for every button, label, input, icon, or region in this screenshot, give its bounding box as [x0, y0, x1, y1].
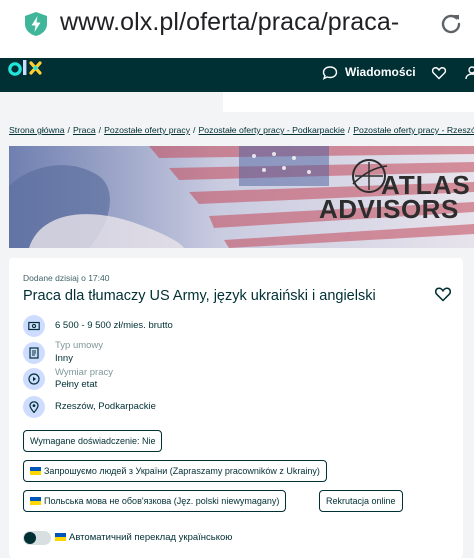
ukraine-flag-icon [30, 467, 41, 475]
breadcrumb-separator: / [347, 125, 351, 135]
translate-label: Автоматичний переклад українською [55, 532, 232, 543]
hours-label: Wymiar pracy [55, 367, 113, 378]
tag-ukraine-label: Запрошуємо людей з України (Zapraszamy p… [44, 466, 320, 476]
reload-icon[interactable] [437, 10, 465, 38]
breadcrumb-other-jobs[interactable]: Pozostałe oferty pracy [104, 125, 190, 135]
translate-toggle[interactable] [23, 531, 51, 545]
browser-url-bar[interactable]: www.olx.pl/oferta/praca/praca- [0, 0, 474, 58]
contract-label: Typ umowy [55, 340, 104, 351]
location-pin-icon [29, 401, 39, 413]
document-icon [29, 347, 39, 359]
salary-value: 6 500 - 9 500 zł/mies. brutto [55, 320, 173, 331]
translate-label-text: Автоматичний переклад українською [69, 532, 233, 543]
listing-title: Praca dla tłumaczy US Army, język ukraiń… [23, 288, 376, 304]
shield-lightning-icon[interactable] [22, 10, 50, 38]
salary-badge [23, 315, 45, 337]
heart-icon[interactable] [434, 285, 452, 303]
breadcrumb-praca[interactable]: Praca [73, 125, 96, 135]
listing-card: Dodane dzisiaj o 17:40 Praca dla tłumacz… [9, 258, 463, 558]
breadcrumb-separator: / [193, 125, 196, 135]
url-fade [405, 6, 435, 40]
posted-date: Dodane dzisiaj o 17:40 [23, 273, 110, 283]
tag-ukraine-welcome[interactable]: Запрошуємо людей з України (Zapraszamy p… [23, 460, 327, 482]
listing-photo[interactable]: ATLAS ADVISORS [9, 146, 474, 248]
tag-polish-label: Польська мова не обов'язкова (Jęz. polsk… [44, 496, 280, 506]
breadcrumb: Strona główna / Praca / Pozostałe oferty pra… [9, 125, 474, 135]
breadcrumb-podkarpackie[interactable]: Pozostałe oferty pracy - Podkarpackie [198, 125, 344, 135]
breadcrumb-separator: / [67, 125, 70, 135]
clock-icon [28, 373, 40, 385]
heart-icon[interactable] [431, 65, 447, 81]
breadcrumb-separator: / [98, 125, 102, 135]
chat-icon[interactable] [322, 65, 338, 81]
hours-badge [23, 368, 45, 390]
toggle-knob [24, 532, 36, 544]
banner-brand-advisors: ADVISORS [319, 194, 459, 224]
tag-polish-not-required[interactable]: Польська мова не обов'язкова (Jęz. polsk… [23, 490, 287, 512]
messages-link[interactable]: Wiadomości [345, 65, 416, 79]
contract-value: Inny [55, 353, 73, 364]
olx-logo[interactable] [8, 60, 52, 82]
contract-badge [23, 342, 45, 364]
location-value: Rzeszów, Podkarpackie [55, 401, 156, 412]
breadcrumb-home[interactable]: Strona główna [9, 125, 65, 135]
banknote-icon [28, 321, 40, 331]
url-text[interactable]: www.olx.pl/oferta/praca/praca- [60, 8, 399, 37]
user-icon[interactable] [464, 65, 474, 81]
ukraine-flag-icon [30, 497, 41, 505]
ukraine-flag-icon [55, 533, 66, 541]
search-strip [223, 92, 474, 112]
tag-experience[interactable]: Wymagane doświadczenie: Nie [23, 430, 163, 452]
location-badge [23, 396, 45, 418]
tag-online-recruitment[interactable]: Rekrutacja online [319, 490, 403, 512]
breadcrumb-rzeszow[interactable]: Pozostałe oferty pracy - Rzeszów [353, 125, 474, 135]
site-header: Wiadomości [0, 58, 474, 92]
hours-value: Pełny etat [55, 379, 98, 390]
